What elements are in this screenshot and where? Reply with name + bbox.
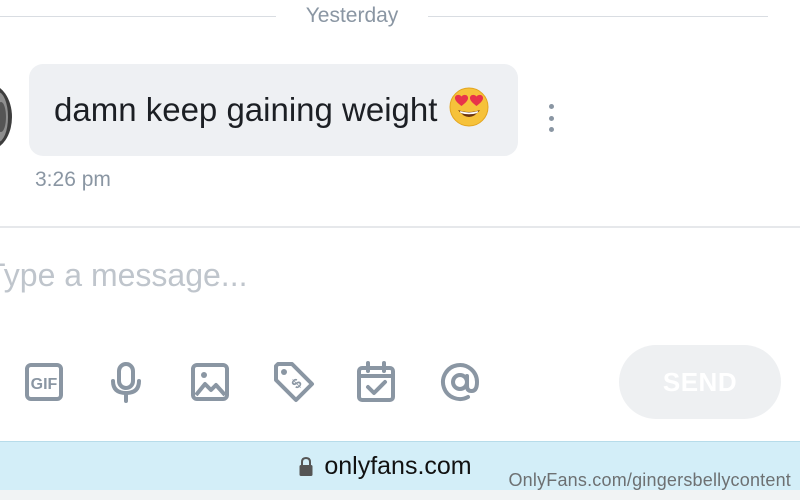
schedule-button[interactable] — [352, 358, 400, 406]
date-divider-label: Yesterday — [305, 4, 399, 27]
svg-text:GIF: GIF — [31, 376, 58, 393]
calendar-icon — [357, 361, 395, 402]
add-media-button[interactable] — [186, 358, 234, 406]
chat-screen: Yesterday damn keep gaining weight 3:26 … — [0, 0, 800, 500]
price-tag-icon: $ — [274, 362, 314, 402]
sender-avatar[interactable] — [0, 84, 12, 150]
lock-icon — [299, 456, 313, 476]
send-button[interactable]: SEND — [619, 345, 781, 419]
mention-button[interactable] — [436, 358, 484, 406]
date-divider-line-left — [0, 16, 276, 17]
svg-text:$: $ — [288, 375, 305, 392]
microphone-icon — [111, 362, 141, 403]
gif-icon: GIF — [25, 363, 63, 401]
voice-message-button[interactable] — [102, 358, 150, 406]
url-text[interactable]: onlyfans.com — [324, 452, 471, 481]
gif-button[interactable]: GIF — [20, 358, 68, 406]
message-timestamp: 3:26 pm — [35, 168, 111, 191]
message-bubble[interactable]: damn keep gaining weight — [29, 64, 518, 156]
message-text: damn keep gaining weight — [54, 91, 438, 128]
mention-icon — [441, 363, 480, 401]
message-input[interactable] — [0, 250, 766, 300]
watermark-text: OnlyFans.com/gingersbellycontent — [508, 470, 791, 490]
heart-eyes-emoji-icon — [449, 87, 489, 127]
date-divider-line-right — [428, 16, 768, 17]
set-price-button[interactable]: $ — [270, 358, 318, 406]
image-icon — [191, 363, 229, 401]
composer-divider — [0, 226, 800, 228]
message-options-icon[interactable] — [544, 104, 558, 132]
bottom-strip — [0, 490, 800, 500]
